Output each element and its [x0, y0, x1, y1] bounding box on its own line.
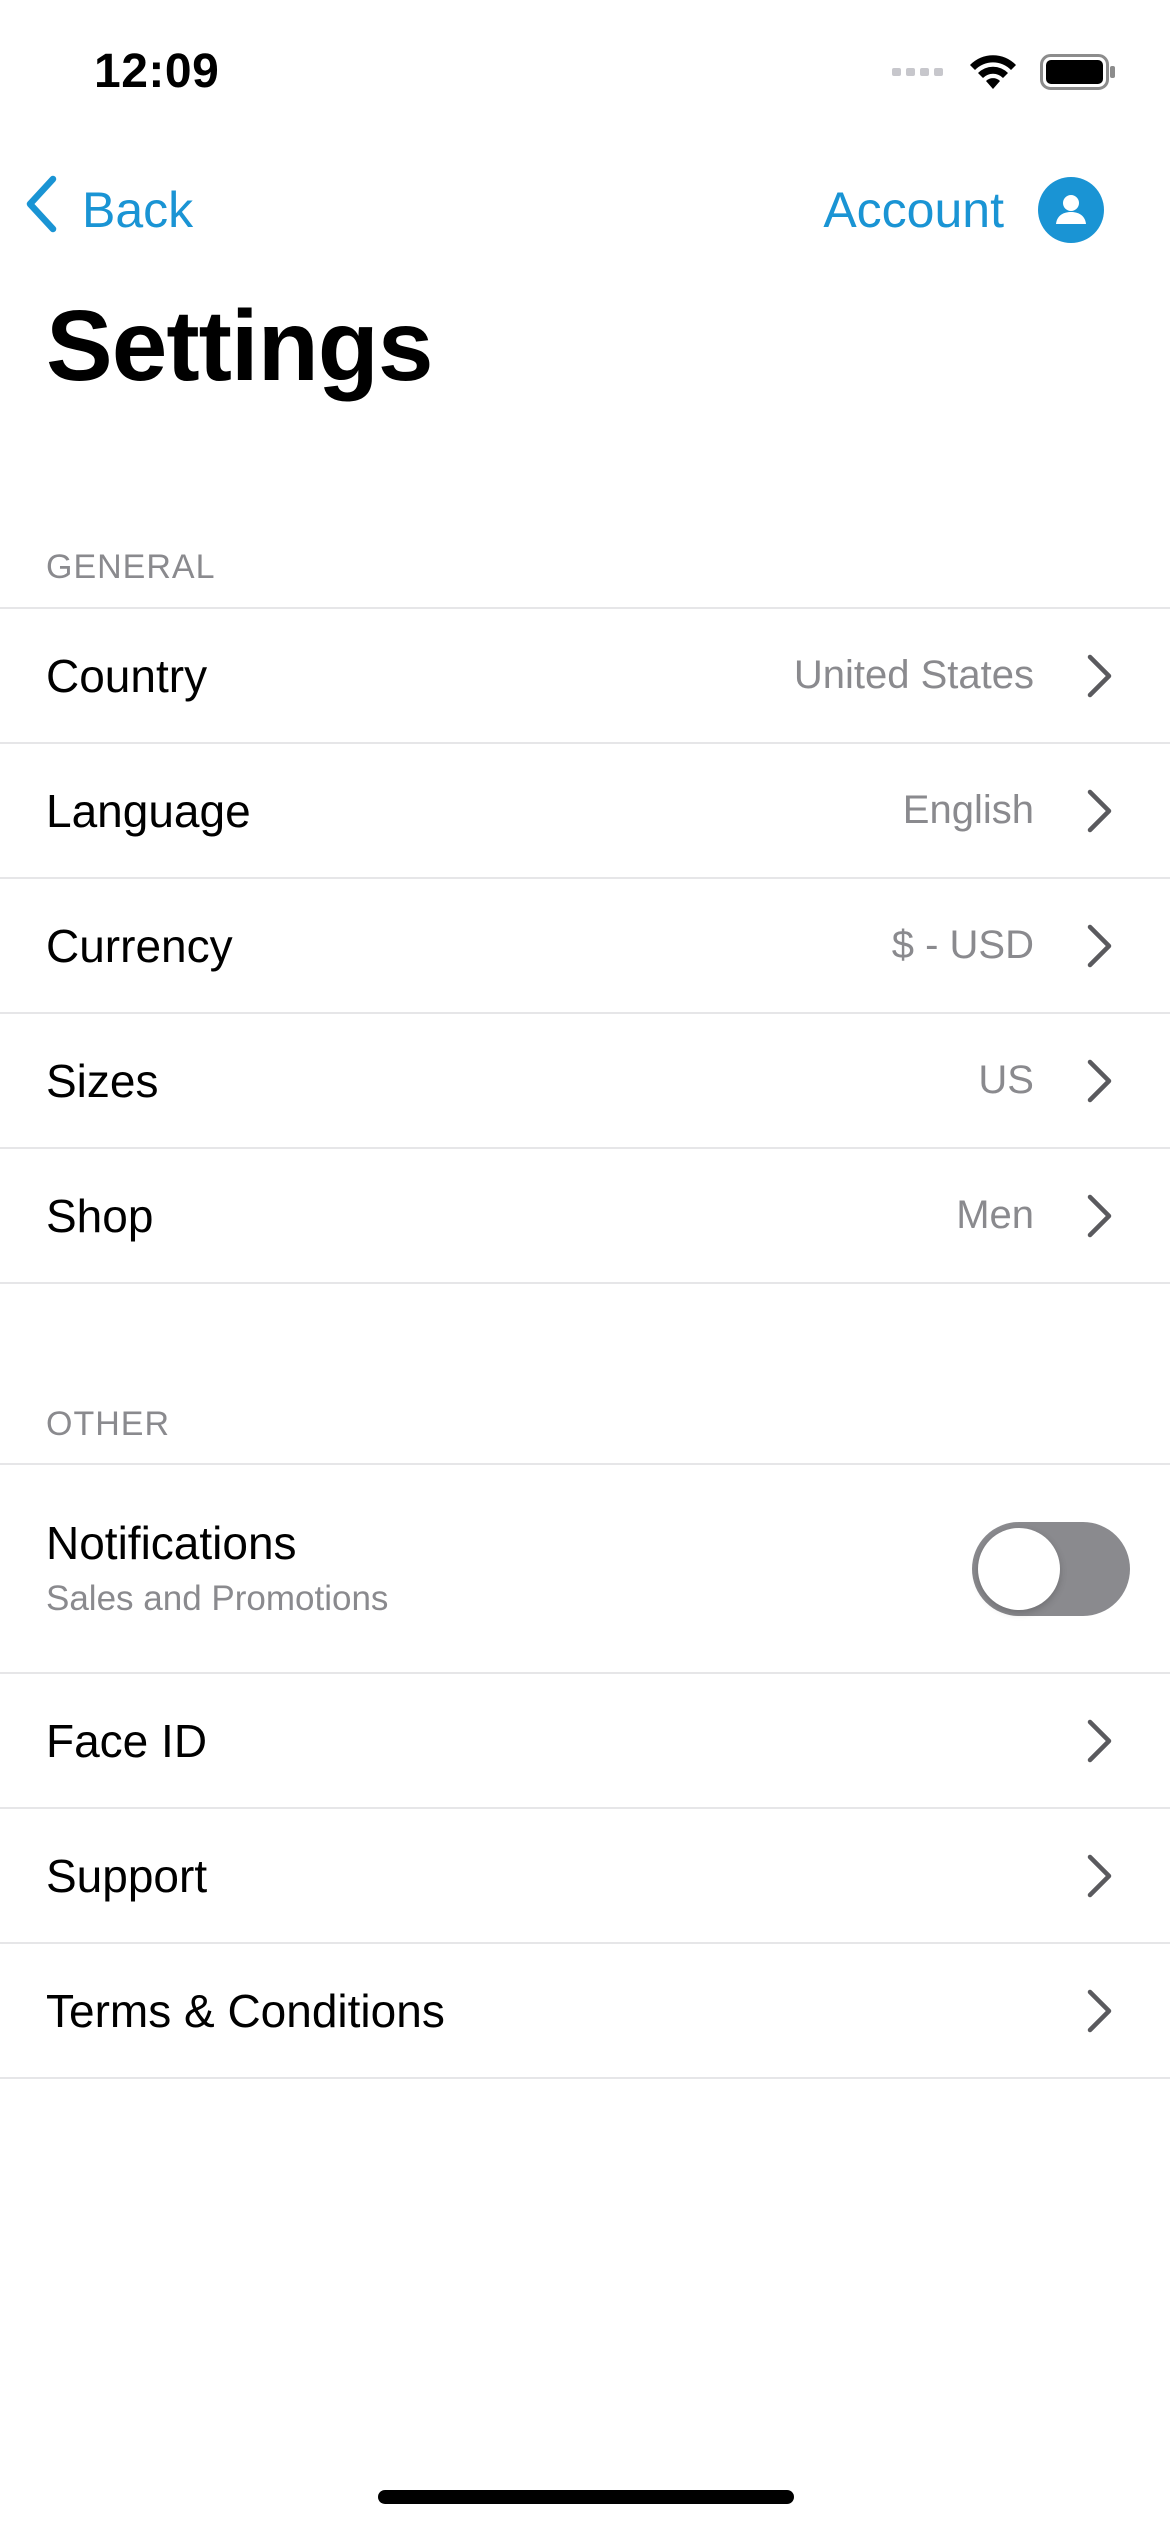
row-label: Sizes [46, 1054, 159, 1107]
settings-row-notifications: Notifications Sales and Promotions [0, 1465, 1170, 1674]
row-label: Country [46, 649, 208, 702]
row-label: Currency [46, 919, 233, 972]
status-bar: 12:09 [0, 0, 1170, 140]
general-settings-list: Country United States Language English C… [0, 607, 1170, 1284]
chevron-right-icon [1084, 1058, 1114, 1104]
settings-row-currency[interactable]: Currency $ - USD [0, 879, 1170, 1014]
toggle-knob [978, 1527, 1060, 1610]
settings-row-language[interactable]: Language English [0, 744, 1170, 879]
row-label: Face ID [46, 1714, 208, 1767]
row-label: Shop [46, 1189, 154, 1242]
notifications-label: Notifications [46, 1516, 297, 1569]
chevron-right-icon [1084, 923, 1114, 969]
settings-row-support[interactable]: Support [0, 1809, 1170, 1944]
row-value: $ - USD [891, 923, 1034, 967]
person-circle-icon [1038, 177, 1104, 243]
nav-bar: Back Account [0, 160, 1170, 260]
row-value: English [902, 788, 1034, 832]
settings-row-sizes[interactable]: Sizes US [0, 1014, 1170, 1149]
settings-row-country[interactable]: Country United States [0, 609, 1170, 744]
account-button[interactable]: Account [823, 174, 1104, 246]
status-icons [892, 52, 1116, 96]
settings-row-face-id[interactable]: Face ID [0, 1674, 1170, 1809]
row-value: US [978, 1058, 1034, 1102]
notifications-sublabel: Sales and Promotions [46, 1578, 389, 1618]
settings-screen: 12:09 Back Account Settings GENERAL Coun… [0, 0, 1170, 2532]
row-value: Men [956, 1193, 1034, 1237]
chevron-right-icon [1084, 1193, 1114, 1239]
chevron-right-icon [1084, 788, 1114, 834]
wifi-icon [968, 53, 1018, 96]
home-indicator[interactable] [378, 2490, 794, 2504]
settings-row-shop[interactable]: Shop Men [0, 1149, 1170, 1284]
chevron-left-icon [24, 175, 58, 245]
chevron-right-icon [1084, 1853, 1114, 1899]
row-label: Support [46, 1849, 208, 1902]
row-label: Language [46, 784, 251, 837]
battery-icon [1040, 53, 1116, 95]
section-header-general: GENERAL [46, 548, 216, 586]
other-settings-list: Notifications Sales and Promotions Face … [0, 1463, 1170, 2079]
chevron-right-icon [1084, 1988, 1114, 2034]
back-label: Back [82, 182, 194, 238]
status-time: 12:09 [94, 45, 220, 98]
account-label: Account [823, 182, 1004, 238]
notifications-toggle[interactable] [972, 1521, 1130, 1616]
page-title: Settings [46, 290, 433, 402]
notifications-text: Notifications Sales and Promotions [46, 1513, 388, 1625]
back-button[interactable]: Back [24, 174, 193, 246]
chevron-right-icon [1084, 1718, 1114, 1764]
settings-row-terms[interactable]: Terms & Conditions [0, 1944, 1170, 2079]
chevron-right-icon [1084, 653, 1114, 699]
row-value: United States [793, 653, 1034, 697]
cellular-signal-icon [892, 65, 946, 83]
section-header-other: OTHER [46, 1405, 170, 1443]
row-label: Terms & Conditions [46, 1984, 445, 2037]
